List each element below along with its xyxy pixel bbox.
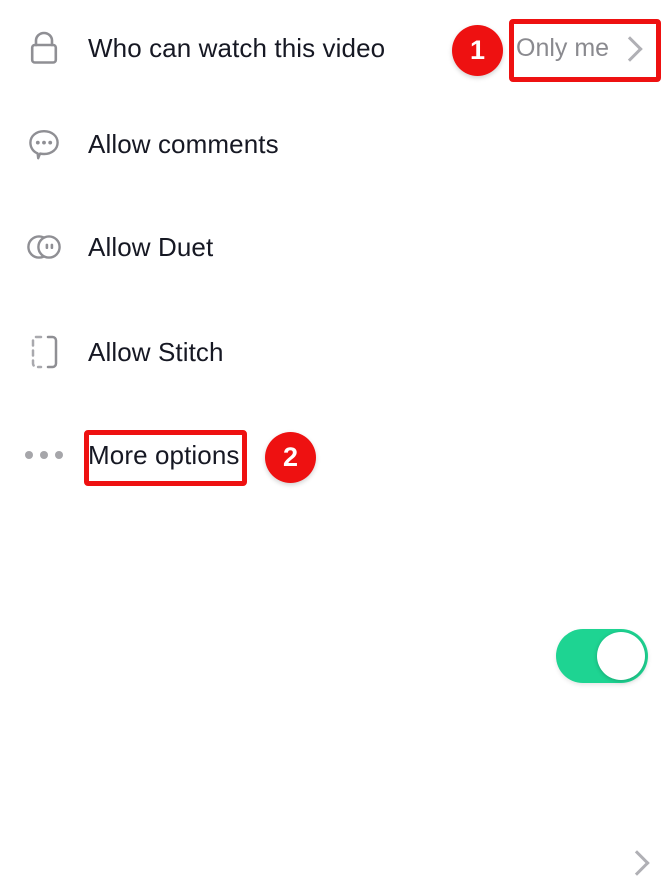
settings-screen: Who can watch this video Only me Allow c… <box>0 0 672 876</box>
annotation-badge-2: 2 <box>265 432 316 483</box>
chevron-right-icon <box>624 850 650 876</box>
ellipsis-icon <box>14 451 74 459</box>
ellipsis-dot <box>40 451 48 459</box>
settings-row-label-who-can-watch: Who can watch this video <box>88 32 386 63</box>
settings-row-more-options[interactable]: More options <box>0 408 672 876</box>
settings-row-label-allow-comments: Allow comments <box>88 128 279 159</box>
ellipsis-dot <box>55 451 63 459</box>
stitch-icon <box>14 333 74 371</box>
settings-row-allow-stitch[interactable]: Allow Stitch <box>0 305 672 683</box>
duet-icon <box>14 231 74 263</box>
annotation-badge-1: 1 <box>452 25 503 76</box>
ellipsis-dot <box>25 451 33 459</box>
settings-row-who-can-watch[interactable]: Who can watch this video Only me <box>0 1 672 95</box>
settings-row-label-allow-duet: Allow Duet <box>88 231 214 262</box>
toggle-allow-stitch[interactable] <box>556 629 648 683</box>
comment-bubble-icon <box>14 126 74 162</box>
settings-row-label-more-options: More options <box>88 439 240 470</box>
chevron-right-icon <box>617 35 643 62</box>
who-can-watch-value[interactable]: Only me <box>516 34 643 63</box>
lock-icon <box>14 29 74 67</box>
settings-row-allow-comments[interactable]: Allow comments <box>0 97 672 266</box>
settings-row-label-allow-stitch: Allow Stitch <box>88 336 224 367</box>
settings-row-allow-duet[interactable]: Allow Duet <box>0 200 672 472</box>
who-can-watch-value-text: Only me <box>516 34 610 62</box>
toggle-knob <box>597 632 645 680</box>
